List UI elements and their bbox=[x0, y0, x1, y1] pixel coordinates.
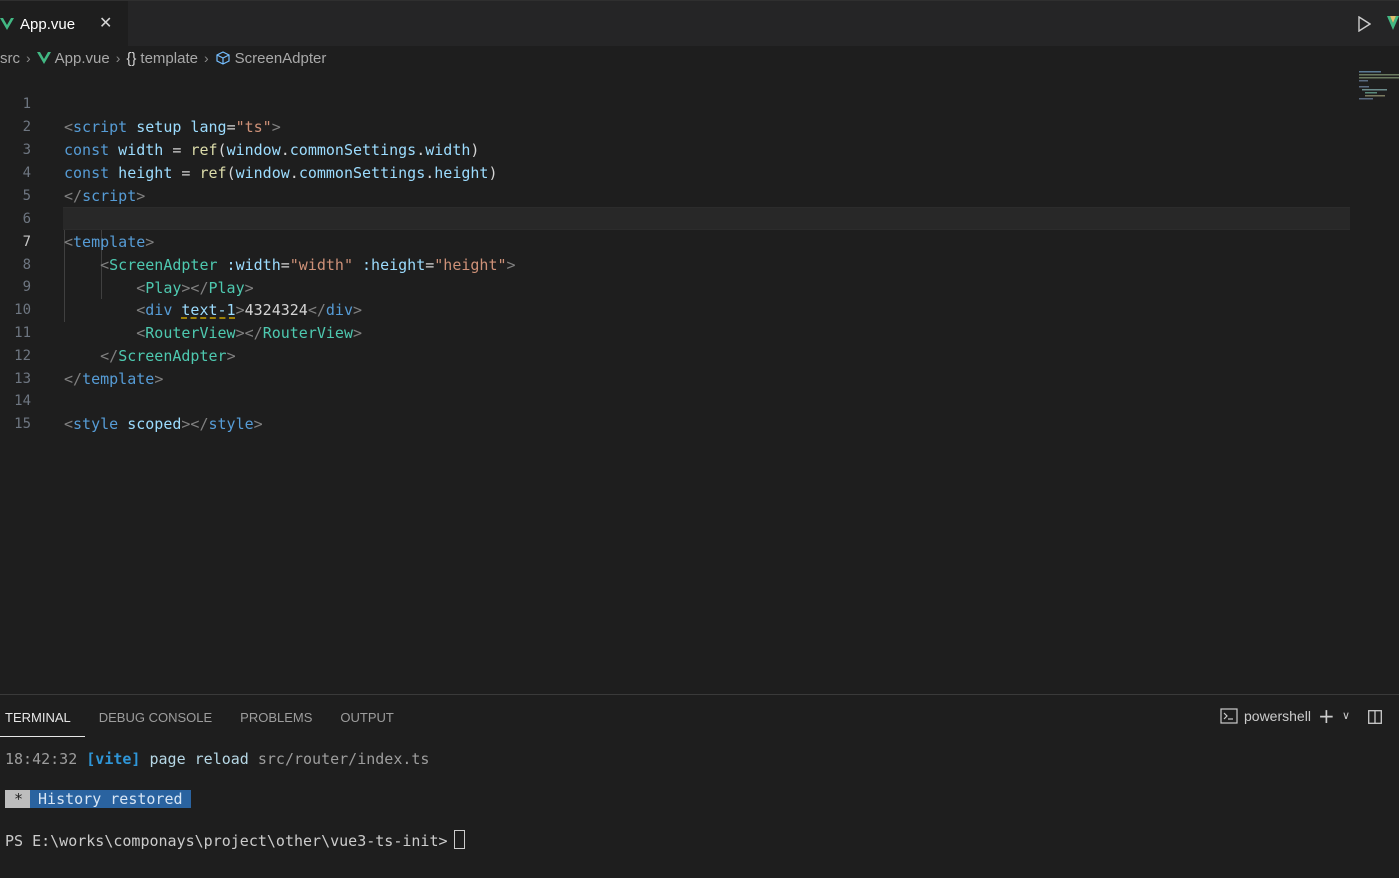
vue-file-icon bbox=[36, 52, 51, 64]
terminal-cursor bbox=[453, 830, 465, 849]
breadcrumb: src › App.vue › {} template › ScreenAdpt… bbox=[0, 47, 326, 69]
vue-devtools-icon[interactable] bbox=[1387, 16, 1399, 30]
code-line: 11 </ScreenAdpter> bbox=[0, 299, 1355, 365]
shell-label: powershell bbox=[1244, 708, 1311, 724]
tab-label: App.vue bbox=[20, 15, 76, 33]
terminal-icon bbox=[1220, 708, 1238, 724]
code-line: 3 const height = ref(window.commonSettin… bbox=[0, 116, 1355, 182]
code-line: 15 bbox=[0, 390, 1355, 432]
breadcrumb-template-label: template bbox=[140, 49, 198, 67]
terminal-prompt: PS E:\works\componays\project\other\vue3… bbox=[5, 830, 465, 850]
chevron-right-icon: › bbox=[203, 50, 209, 66]
braces-icon: {} bbox=[126, 49, 137, 67]
breadcrumb-template[interactable]: {} template bbox=[126, 50, 198, 67]
code-line: 4 </script> bbox=[0, 139, 1355, 205]
breadcrumb-screenadpter-label: ScreenAdpter bbox=[234, 49, 327, 67]
vue-file-icon bbox=[0, 18, 14, 30]
code-editor[interactable]: 1 <script setup lang="ts"> 2 const width… bbox=[0, 70, 1399, 692]
terminal-output[interactable]: 18:42:32 [vite] page reload src/router/i… bbox=[0, 695, 465, 850]
new-terminal-plus-icon[interactable]: + bbox=[1318, 706, 1335, 726]
tab-debug-console[interactable]: DEBUG CONSOLE bbox=[85, 695, 226, 737]
breadcrumb-app-vue[interactable]: App.vue bbox=[36, 49, 110, 67]
bottom-panel: TERMINAL DEBUG CONSOLE PROBLEMS OUTPUT p… bbox=[0, 694, 1399, 878]
code-line: 2 const width = ref(window.commonSetting… bbox=[0, 93, 1355, 159]
run-icon[interactable] bbox=[1357, 16, 1371, 32]
code-line: 1 <script setup lang="ts"> bbox=[0, 70, 1355, 136]
line-content: <style scoped></style> bbox=[64, 415, 263, 433]
code-line: 5 bbox=[0, 162, 1355, 204]
chevron-down-icon[interactable]: ∨ bbox=[1342, 709, 1350, 722]
breadcrumb-app-vue-label: App.vue bbox=[54, 49, 110, 67]
breadcrumb-src[interactable]: src bbox=[0, 50, 20, 67]
panel-tabs: TERMINAL DEBUG CONSOLE PROBLEMS OUTPUT bbox=[0, 695, 408, 737]
chevron-right-icon: › bbox=[115, 50, 121, 66]
terminal-line: 18:42:32 [vite] page reload src/router/i… bbox=[5, 750, 430, 768]
code-line: 6 <template> bbox=[0, 185, 1355, 251]
tab-problems[interactable]: PROBLEMS bbox=[226, 695, 326, 737]
code-line: 8 <Play></Play> bbox=[0, 231, 1355, 297]
history-restored-banner: * History restored bbox=[5, 790, 191, 808]
line-number: 6 bbox=[22, 211, 31, 227]
tab-app-vue[interactable]: App.vue ✕ bbox=[0, 1, 128, 47]
terminal-shell-selector[interactable]: powershell bbox=[1220, 708, 1311, 724]
code-line: 14 <style scoped></style> bbox=[0, 367, 1355, 433]
code-line: 9 <div text-1>4324324</div> bbox=[0, 253, 1355, 319]
split-terminal-icon[interactable] bbox=[1368, 710, 1382, 724]
component-cube-icon bbox=[216, 51, 230, 65]
code-line: 12 </template> bbox=[0, 322, 1355, 388]
chevron-right-icon: › bbox=[26, 50, 31, 66]
editor-tab-bar: App.vue ✕ bbox=[0, 0, 1399, 47]
close-tab-icon[interactable]: ✕ bbox=[99, 13, 112, 32]
tab-output[interactable]: OUTPUT bbox=[326, 695, 407, 737]
code-line-current: 7 <ScreenAdpter :width="width" :height="… bbox=[23, 207, 1350, 274]
code-line: 10 <RouterView></RouterView> bbox=[0, 276, 1355, 342]
code-line: 13 bbox=[0, 345, 1355, 387]
minimap[interactable] bbox=[1357, 70, 1399, 100]
breadcrumb-screenadpter[interactable]: ScreenAdpter bbox=[215, 49, 327, 67]
line-number: 15 bbox=[14, 416, 31, 432]
